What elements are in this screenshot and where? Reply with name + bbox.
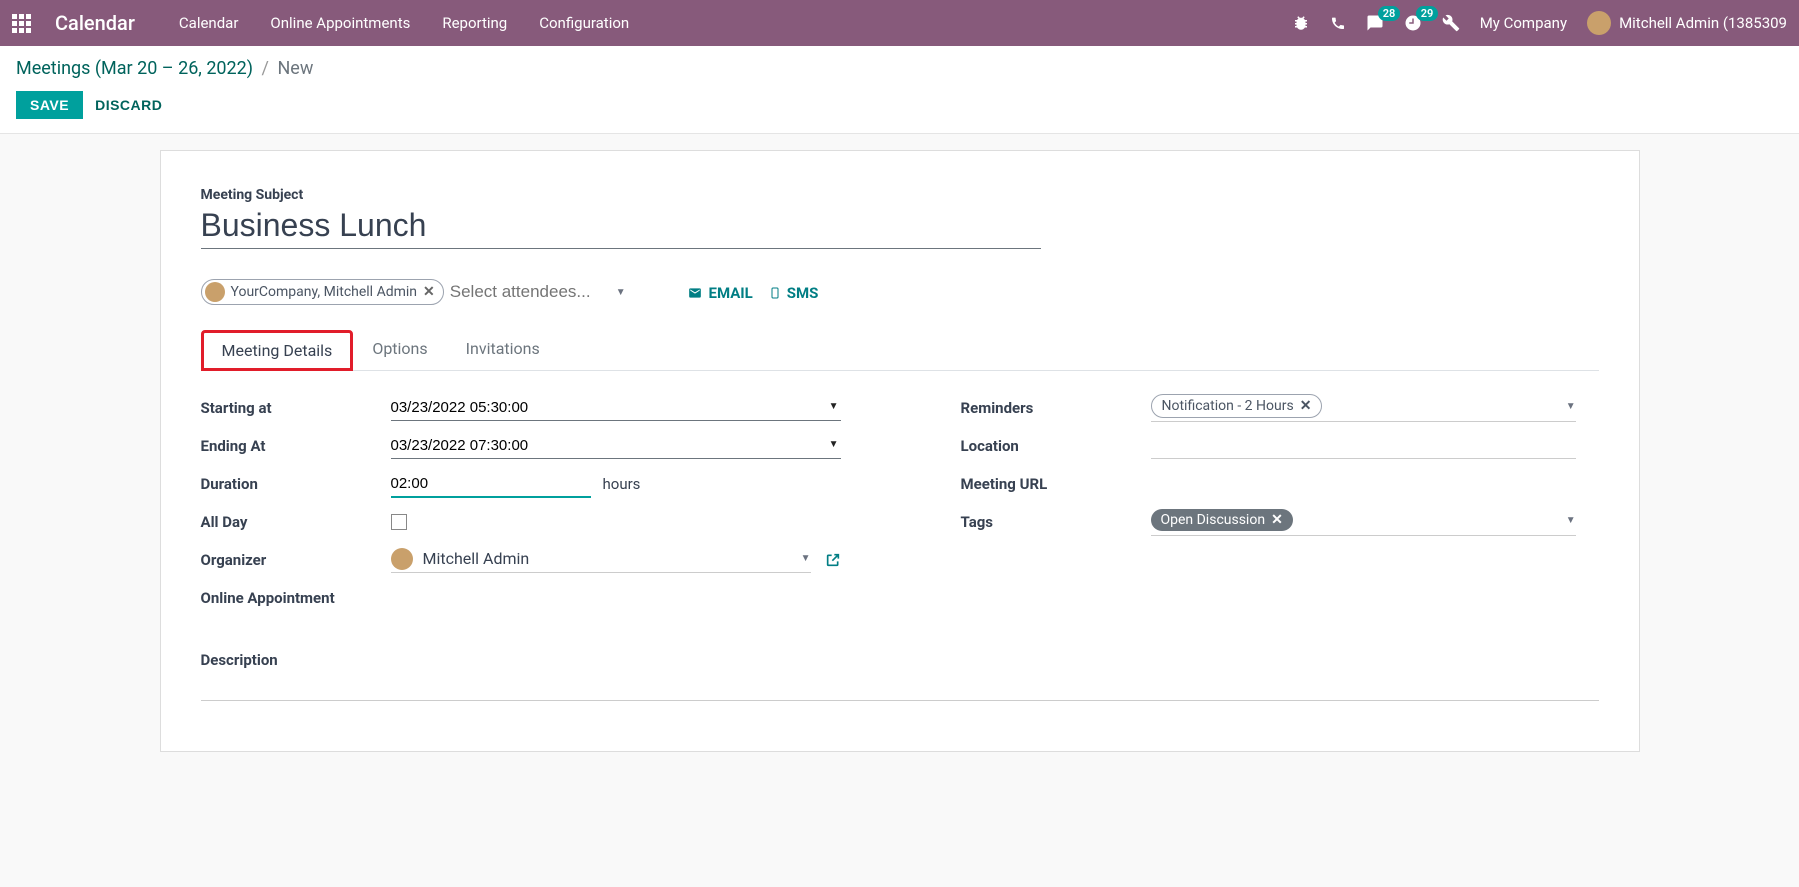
- bug-icon[interactable]: [1292, 14, 1310, 32]
- tab-bar: Meeting Details Options Invitations: [201, 330, 1599, 371]
- messages-badge: 28: [1378, 6, 1401, 21]
- avatar-icon: [1587, 11, 1611, 35]
- discard-button[interactable]: DISCARD: [95, 97, 162, 113]
- chevron-down-icon[interactable]: ▼: [801, 553, 811, 564]
- ending-at-label: Ending At: [201, 437, 391, 455]
- reminders-label: Reminders: [961, 399, 1151, 417]
- activities-badge: 29: [1416, 6, 1439, 21]
- nav-menu-calendar[interactable]: Calendar: [179, 14, 239, 32]
- nav-menu-online-appointments[interactable]: Online Appointments: [270, 14, 410, 32]
- starting-at-label: Starting at: [201, 399, 391, 417]
- location-input[interactable]: [1151, 433, 1576, 459]
- duration-input[interactable]: [391, 471, 591, 498]
- form-sheet: Meeting Subject YourCompany, Mitchell Ad…: [160, 150, 1640, 752]
- phone-icon[interactable]: [1330, 15, 1346, 31]
- remove-attendee-icon[interactable]: ✕: [423, 284, 435, 300]
- chevron-down-icon[interactable]: ▼: [1566, 515, 1576, 526]
- sms-button[interactable]: SMS: [769, 284, 819, 302]
- attendees-input[interactable]: YourCompany, Mitchell Admin ✕ ▼: [201, 279, 671, 306]
- chevron-down-icon[interactable]: ▼: [616, 287, 626, 298]
- organizer-value: Mitchell Admin: [423, 549, 530, 568]
- user-menu[interactable]: Mitchell Admin (1385309: [1587, 11, 1787, 35]
- chevron-down-icon[interactable]: ▼: [1566, 401, 1576, 412]
- tab-invitations[interactable]: Invitations: [447, 330, 559, 371]
- attendee-pill-label: YourCompany, Mitchell Admin: [231, 284, 418, 300]
- breadcrumb-parent[interactable]: Meetings (Mar 20 – 26, 2022): [16, 58, 253, 79]
- nav-menu-configuration[interactable]: Configuration: [539, 14, 629, 32]
- remove-reminder-icon[interactable]: ✕: [1300, 398, 1312, 414]
- tab-options[interactable]: Options: [353, 330, 446, 371]
- apps-icon[interactable]: [12, 14, 31, 33]
- reminders-input[interactable]: Notification - 2 Hours ✕ ▼: [1151, 394, 1576, 422]
- avatar-icon: [205, 282, 225, 302]
- attendees-placeholder[interactable]: [450, 282, 610, 302]
- description-input[interactable]: [201, 677, 1599, 701]
- external-link-icon[interactable]: [825, 552, 841, 568]
- starting-at-input[interactable]: [391, 395, 841, 421]
- breadcrumb: Meetings (Mar 20 – 26, 2022) / New: [16, 58, 1783, 79]
- control-panel: Meetings (Mar 20 – 26, 2022) / New SAVE …: [0, 46, 1799, 134]
- reminder-tag: Notification - 2 Hours ✕: [1151, 394, 1323, 418]
- organizer-input[interactable]: Mitchell Admin ▼: [391, 548, 811, 573]
- online-appointment-label: Online Appointment: [201, 589, 391, 607]
- app-title[interactable]: Calendar: [55, 11, 135, 35]
- email-button[interactable]: EMAIL: [687, 284, 753, 302]
- envelope-icon: [687, 286, 703, 300]
- meeting-subject-label: Meeting Subject: [201, 187, 1599, 203]
- meeting-subject-input[interactable]: [201, 207, 1041, 249]
- breadcrumb-current: New: [277, 58, 313, 79]
- tools-icon[interactable]: [1442, 14, 1460, 32]
- meeting-url-label: Meeting URL: [961, 475, 1151, 493]
- tags-input[interactable]: Open Discussion ✕ ▼: [1151, 508, 1576, 536]
- all-day-label: All Day: [201, 513, 391, 531]
- mobile-icon: [769, 285, 781, 301]
- company-selector[interactable]: My Company: [1480, 14, 1567, 32]
- top-navbar: Calendar Calendar Online Appointments Re…: [0, 0, 1799, 46]
- hours-unit-label: hours: [603, 475, 641, 493]
- tab-meeting-details[interactable]: Meeting Details: [201, 330, 354, 371]
- breadcrumb-separator: /: [262, 58, 269, 79]
- tag-chip: Open Discussion ✕: [1151, 509, 1293, 531]
- remove-tag-icon[interactable]: ✕: [1271, 512, 1283, 528]
- organizer-label: Organizer: [201, 551, 391, 569]
- duration-label: Duration: [201, 475, 391, 493]
- save-button[interactable]: SAVE: [16, 91, 83, 119]
- attendee-pill: YourCompany, Mitchell Admin ✕: [201, 279, 444, 305]
- avatar-icon: [391, 548, 413, 570]
- location-label: Location: [961, 437, 1151, 455]
- activities-icon[interactable]: 29: [1404, 14, 1422, 32]
- nav-menu-reporting[interactable]: Reporting: [442, 14, 507, 32]
- action-bar: SAVE DISCARD: [16, 91, 1783, 129]
- ending-at-input[interactable]: [391, 433, 841, 459]
- user-name: Mitchell Admin (1385309: [1619, 14, 1787, 32]
- description-label: Description: [201, 651, 1599, 669]
- nav-menu: Calendar Online Appointments Reporting C…: [179, 14, 629, 32]
- all-day-checkbox[interactable]: [391, 514, 407, 530]
- messages-icon[interactable]: 28: [1366, 14, 1384, 32]
- tags-label: Tags: [961, 513, 1151, 531]
